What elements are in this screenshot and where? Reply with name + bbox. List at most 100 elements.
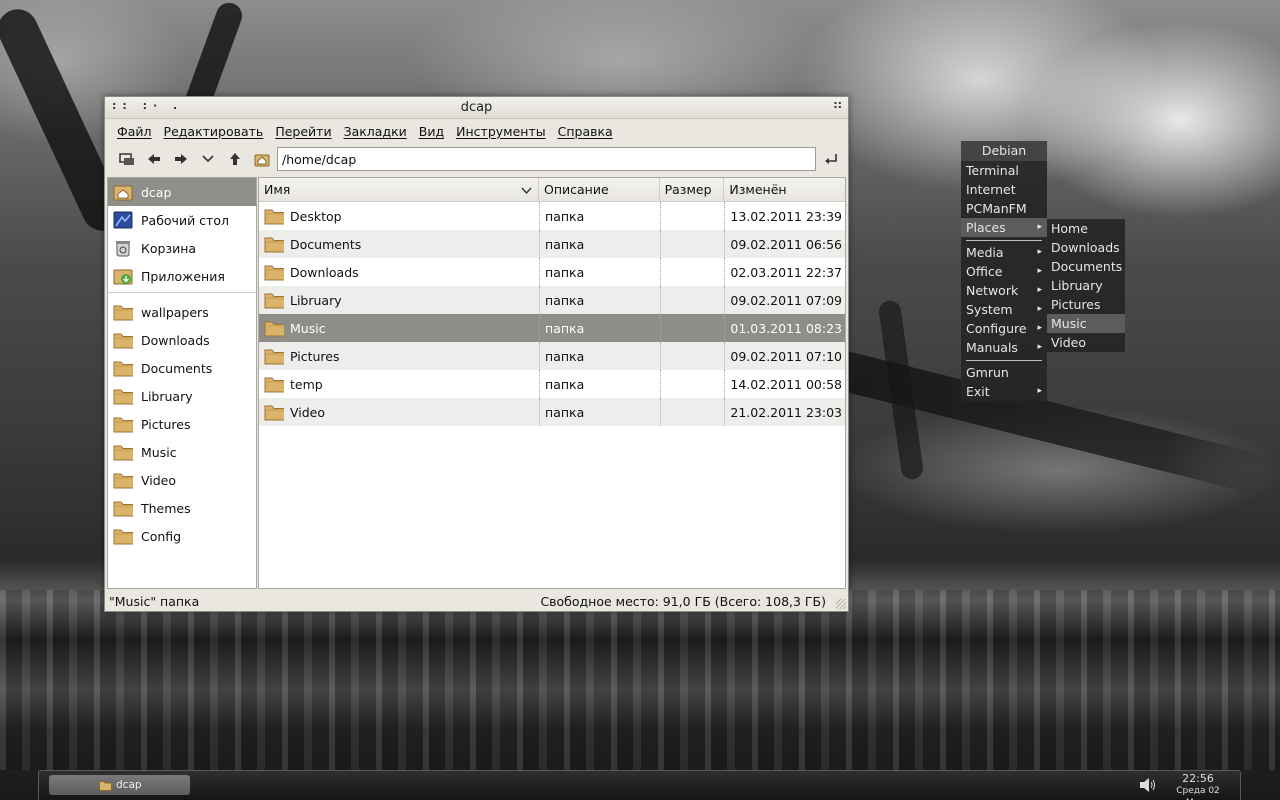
file-name-cell: Documents: [259, 230, 539, 258]
menu-view[interactable]: Вид: [413, 124, 450, 139]
sidebar-bookmark-item[interactable]: wallpapers: [108, 298, 256, 326]
submenu-arrow-icon: ▸: [1037, 342, 1042, 352]
folder-icon: [264, 346, 284, 366]
root-menu-item-office[interactable]: Office ▸: [961, 262, 1047, 281]
table-row[interactable]: Pictures папка 09.02.2011 07:10: [259, 342, 845, 370]
table-row[interactable]: Downloads папка 02.03.2011 22:37: [259, 258, 845, 286]
menu-bookmarks[interactable]: Закладки: [338, 124, 413, 139]
places-menu-item-home[interactable]: Home: [1047, 219, 1125, 238]
file-modified-cell: 01.03.2011 08:23: [724, 314, 845, 342]
folder-icon: [113, 386, 133, 406]
sidebar-bookmark-item[interactable]: Downloads: [108, 326, 256, 354]
file-description-cell: папка: [539, 286, 660, 314]
sidebar-item-label: wallpapers: [141, 304, 209, 320]
table-row[interactable]: temp папка 14.02.2011 00:58: [259, 370, 845, 398]
volume-icon[interactable]: [1139, 777, 1157, 796]
root-menu-item-system[interactable]: System ▸: [961, 300, 1047, 319]
menu-file[interactable]: Файл: [111, 124, 158, 139]
sidebar-bookmark-item[interactable]: Themes: [108, 494, 256, 522]
menu-tools[interactable]: Инструменты: [450, 124, 551, 139]
tree-trunk-decoration: [877, 299, 925, 481]
new-window-button[interactable]: [113, 147, 140, 171]
resize-grip[interactable]: [836, 599, 846, 609]
places-menu-item-documents[interactable]: Documents: [1047, 257, 1125, 276]
root-menu-item-configure[interactable]: Configure ▸: [961, 319, 1047, 338]
sidebar-separator: [108, 292, 256, 294]
root-menu-item-pcmanfm[interactable]: PCManFM: [961, 199, 1047, 218]
places-menu-item-libruary[interactable]: Libruary: [1047, 276, 1125, 295]
menu-item-label: Places: [966, 220, 1006, 235]
menu-item-label: Pictures: [1051, 297, 1101, 312]
sidebar-item-label: Config: [141, 528, 182, 544]
menu-item-label: Downloads: [1051, 240, 1120, 255]
menu-go[interactable]: Перейти: [269, 124, 337, 139]
file-description-cell: папка: [539, 398, 660, 426]
menu-item-label: Office: [966, 264, 1003, 279]
folder-icon: [264, 290, 284, 310]
root-menu-item-exit[interactable]: Exit ▸: [961, 382, 1047, 401]
forward-button[interactable]: [167, 147, 194, 171]
folder-icon: [264, 234, 284, 254]
file-name: Pictures: [290, 348, 340, 364]
file-modified-cell: 09.02.2011 06:56: [724, 230, 845, 258]
menu-item-label: Exit: [966, 384, 990, 399]
new-window-icon: [118, 153, 134, 165]
table-row[interactable]: Documents папка 09.02.2011 06:56: [259, 230, 845, 258]
sidebar-bookmark-item[interactable]: Music: [108, 438, 256, 466]
root-menu-item-network[interactable]: Network ▸: [961, 281, 1047, 300]
taskbar-window-label: dcap: [116, 779, 142, 791]
places-menu-item-music[interactable]: Music: [1047, 314, 1125, 333]
root-menu-item-terminal[interactable]: Terminal: [961, 161, 1047, 180]
history-dropdown-button[interactable]: [194, 147, 221, 171]
menu-edit[interactable]: Редактировать: [158, 124, 270, 139]
sidebar-item-home[interactable]: dcap: [108, 178, 256, 206]
taskbar-window-button[interactable]: dcap: [49, 775, 190, 795]
places-menu-item-video[interactable]: Video: [1047, 333, 1125, 352]
root-menu-item-places[interactable]: Places ▸: [961, 218, 1047, 237]
submenu-arrow-icon: ▸: [1037, 304, 1042, 314]
sidebar-item-applications[interactable]: Приложения: [108, 262, 256, 290]
file-size-cell: [659, 370, 725, 398]
column-header-modified[interactable]: Изменён: [724, 178, 845, 201]
home-button[interactable]: [248, 147, 275, 171]
root-menu-item-media[interactable]: Media ▸: [961, 243, 1047, 262]
root-menu-item-gmrun[interactable]: Gmrun: [961, 363, 1047, 382]
places-menu-item-pictures[interactable]: Pictures: [1047, 295, 1125, 314]
menu-item-label: Manuals: [966, 340, 1018, 355]
sidebar-bookmark-item[interactable]: Documents: [108, 354, 256, 382]
status-selection-text: "Music" папка: [109, 593, 200, 609]
sidebar-item-trash[interactable]: Корзина: [108, 234, 256, 262]
window-close-icon[interactable]: ::: [833, 98, 842, 111]
table-row[interactable]: Music папка 01.03.2011 08:23: [259, 314, 845, 342]
sidebar-bookmark-item[interactable]: Pictures: [108, 410, 256, 438]
sidebar-bookmark-item[interactable]: Config: [108, 522, 256, 550]
table-row[interactable]: Libruary папка 09.02.2011 07:09: [259, 286, 845, 314]
back-button[interactable]: [140, 147, 167, 171]
location-input[interactable]: [277, 147, 816, 171]
sidebar-bookmark-item[interactable]: Video: [108, 466, 256, 494]
column-header-name[interactable]: Имя: [259, 178, 540, 201]
table-row[interactable]: Desktop папка 13.02.2011 23:39: [259, 202, 845, 230]
menu-help[interactable]: Справка: [552, 124, 619, 139]
column-header-description[interactable]: Описание: [539, 178, 660, 201]
window-titlebar[interactable]: :: :· . dcap ::: [105, 97, 848, 119]
clock-time: 22:56: [1182, 772, 1214, 785]
menu-item-label: Gmrun: [966, 365, 1009, 380]
places-menu-item-downloads[interactable]: Downloads: [1047, 238, 1125, 257]
up-button[interactable]: [221, 147, 248, 171]
sidebar-item-desktop[interactable]: Рабочий стол: [108, 206, 256, 234]
column-header-size[interactable]: Размер: [660, 178, 725, 201]
bookmark-list: wallpapers Downloads Documents Libruary Pict…: [108, 298, 256, 550]
places-submenu: Home Downloads Documents Libruary Pictures Mu…: [1047, 219, 1125, 352]
root-menu-item-manuals[interactable]: Manuals ▸: [961, 338, 1047, 357]
go-button[interactable]: [819, 149, 843, 169]
clock[interactable]: 22:56 Среда 02 Март: [1163, 773, 1233, 800]
file-modified-cell: 21.02.2011 23:03: [724, 398, 845, 426]
sidebar-bookmark-item[interactable]: Libruary: [108, 382, 256, 410]
table-row[interactable]: Video папка 21.02.2011 23:03: [259, 398, 845, 426]
file-description-cell: папка: [539, 314, 660, 342]
menu-item-label: Internet: [966, 182, 1016, 197]
menu-item-label: Music: [1051, 316, 1087, 331]
file-size-cell: [659, 230, 725, 258]
root-menu-item-internet[interactable]: Internet: [961, 180, 1047, 199]
